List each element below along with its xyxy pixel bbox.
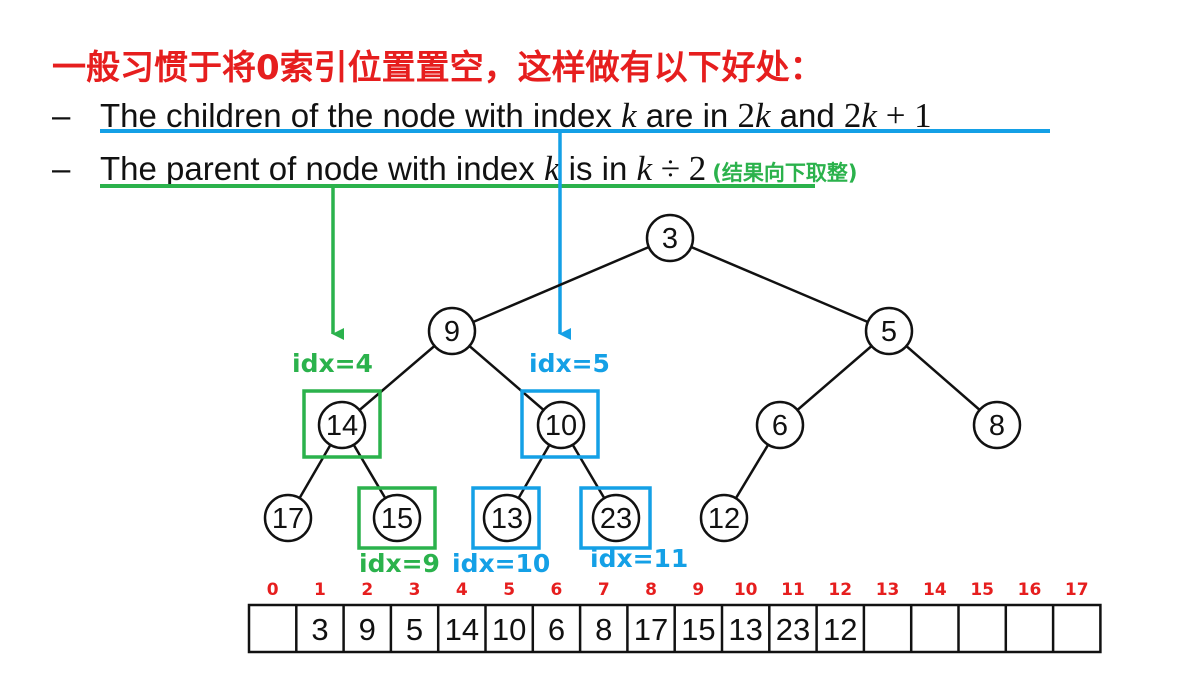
array-index: 14 <box>923 580 947 600</box>
array-index: 15 <box>970 580 994 600</box>
tree-node: 9 <box>427 306 477 356</box>
array-index: 3 <box>409 580 421 600</box>
tree-node: 12 <box>699 493 749 543</box>
heap-diagram: 39 514 10 6 817 15 13 23 12 idx=4idx=9idx=5idx=1… <box>100 129 1102 654</box>
tree-node: 15 <box>372 493 422 543</box>
tree-node: 10 <box>536 400 586 450</box>
idx-label: idx=5 <box>529 349 610 378</box>
node-value: 10 <box>545 410 577 442</box>
node-value: 5 <box>881 316 897 348</box>
tree-edges <box>286 236 998 519</box>
tree-nodes: 3 9 5 14 10 6 8 17 15 13 23 12 <box>263 213 1022 543</box>
pointer-arrows <box>331 133 571 340</box>
array-index: 8 <box>645 580 657 600</box>
array-cell-value: 12 <box>823 612 857 647</box>
node-value: 23 <box>600 503 632 535</box>
idx-label: idx=11 <box>590 544 688 573</box>
array-cell-value: 8 <box>595 612 612 647</box>
array-index: 4 <box>456 580 468 600</box>
array-index: 16 <box>1018 580 1042 600</box>
tree-node: 8 <box>972 400 1022 450</box>
array-index: 17 <box>1065 580 1089 600</box>
array-cell-value: 10 <box>492 612 526 647</box>
array-cell-value: 14 <box>445 612 479 647</box>
tree-node: 13 <box>482 493 532 543</box>
heap-array: 0 1 2 3 4 5 6 7 8 9 10 11 12 13 14 15 16 173 9 5 14 10 6 8 17 15 1… <box>247 580 1102 654</box>
array-index: 6 <box>551 580 563 600</box>
tree-node: 5 <box>864 306 914 356</box>
array-cell-value: 9 <box>359 612 376 647</box>
node-value: 6 <box>772 410 788 442</box>
array-index: 13 <box>876 580 900 600</box>
tree-node: 3 <box>645 213 695 263</box>
tree-node: 14 <box>317 400 367 450</box>
tree-node: 17 <box>263 493 313 543</box>
array-index: 0 <box>267 580 279 600</box>
array-cell-value: 13 <box>728 612 762 647</box>
array-index: 12 <box>828 580 852 600</box>
array-index: 1 <box>314 580 326 600</box>
array-index: 7 <box>598 580 610 600</box>
array-index: 10 <box>734 580 758 600</box>
underlines <box>100 129 1050 188</box>
node-value: 8 <box>989 410 1005 442</box>
tree-node: 23 <box>591 493 641 543</box>
array-cell-value: 17 <box>634 612 668 647</box>
array-cell-value: 15 <box>681 612 715 647</box>
node-value: 17 <box>272 503 304 535</box>
node-value: 14 <box>326 410 358 442</box>
tree-edge <box>669 236 890 333</box>
array-index: 2 <box>361 580 373 600</box>
array-cell-value: 5 <box>406 612 423 647</box>
array-cell-value: 6 <box>548 612 565 647</box>
node-value: 9 <box>444 316 460 348</box>
array-cell-value: 23 <box>776 612 810 647</box>
array-index: 9 <box>692 580 704 600</box>
idx-label: idx=10 <box>452 549 550 578</box>
tree-node: 6 <box>755 400 805 450</box>
index-labels: idx=4 idx=9 idx=5 idx=10 idx=11 <box>292 349 688 578</box>
node-value: 3 <box>662 223 678 255</box>
idx-label: idx=9 <box>359 549 440 578</box>
idx-label: idx=4 <box>292 349 373 378</box>
node-value: 13 <box>491 503 523 535</box>
array-index: 5 <box>503 580 515 600</box>
node-value: 12 <box>708 503 740 535</box>
array-cell-value: 3 <box>311 612 328 647</box>
array-index: 11 <box>781 580 805 600</box>
node-value: 15 <box>381 503 413 535</box>
